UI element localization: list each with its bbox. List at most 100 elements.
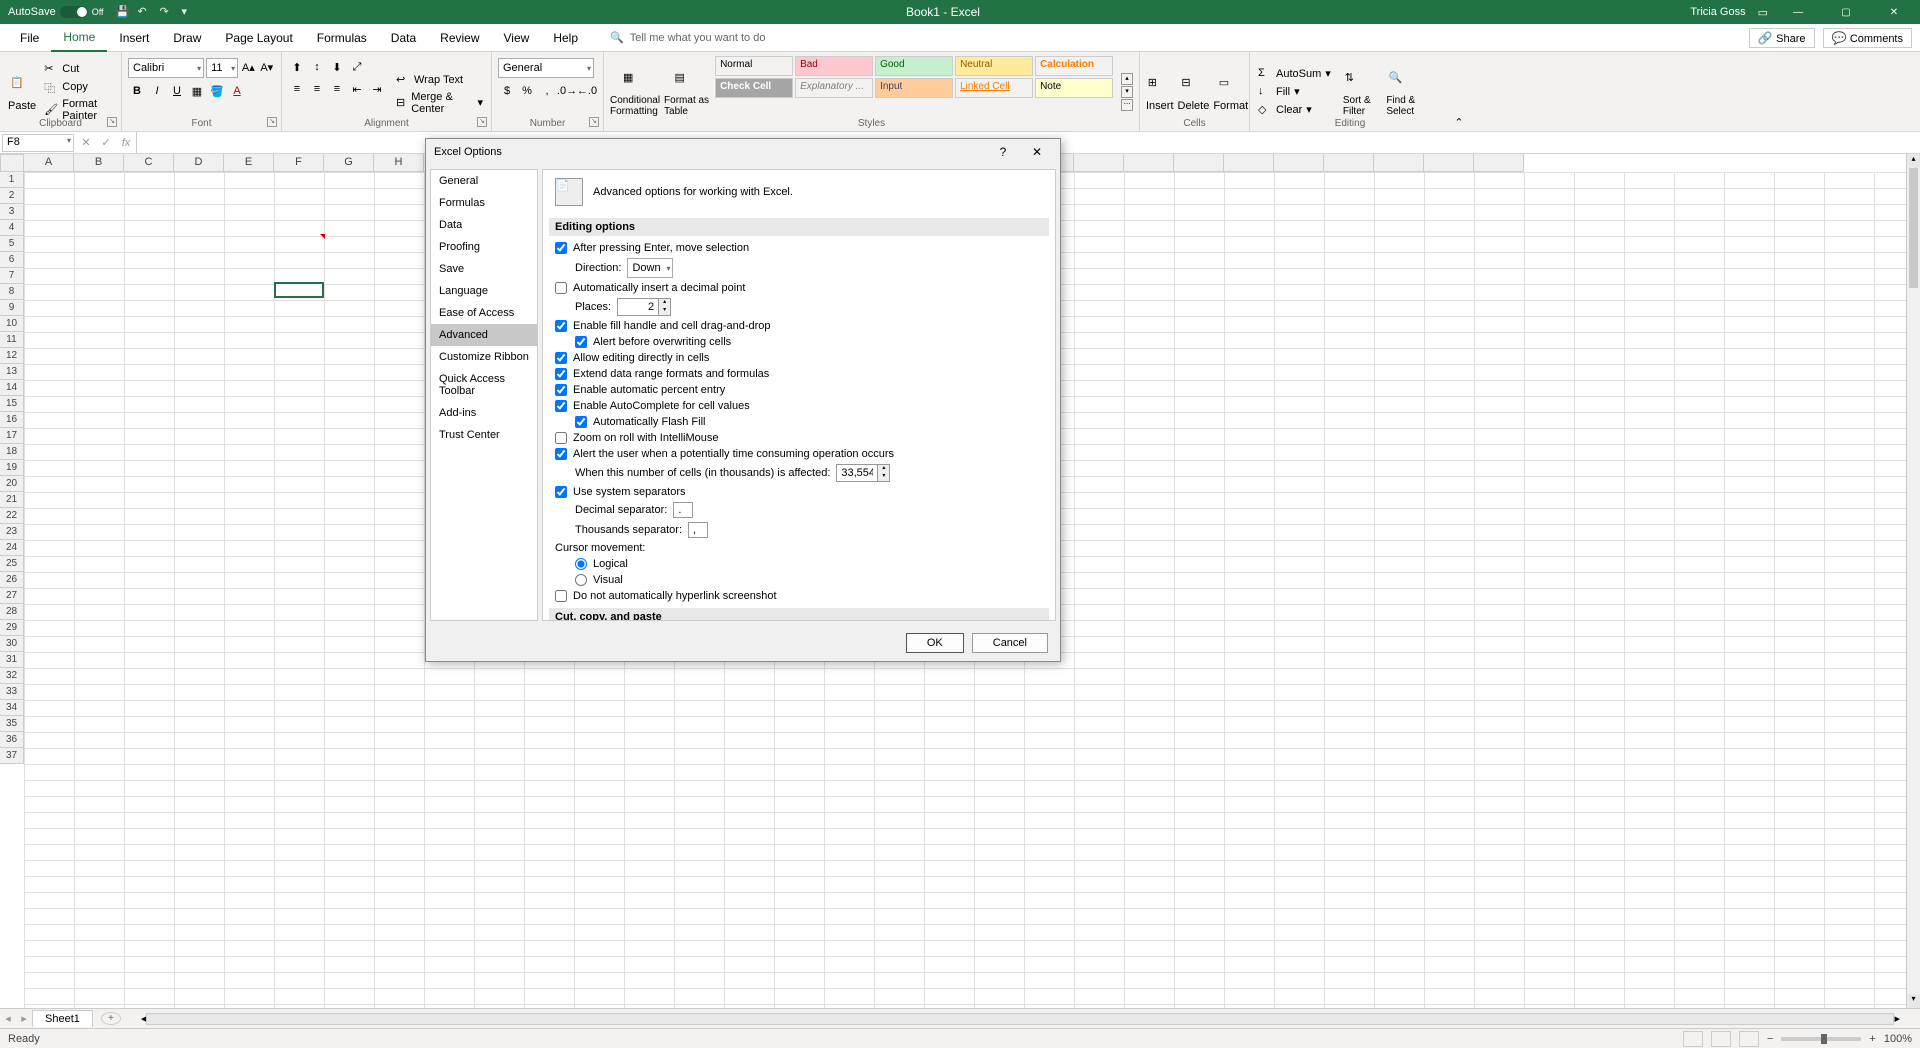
thousands-sep-input[interactable] — [688, 522, 708, 538]
row-header-8[interactable]: 8 — [0, 284, 24, 300]
alert-overwrite-checkbox[interactable] — [575, 336, 587, 348]
row-header-10[interactable]: 10 — [0, 316, 24, 332]
no-hyperlink-checkbox[interactable] — [555, 590, 567, 602]
decimal-sep-input[interactable] — [673, 502, 693, 518]
vertical-scrollbar[interactable]: ▴ ▾ — [1906, 154, 1920, 1008]
dialog-help-button[interactable]: ? — [988, 145, 1018, 159]
font-color-button[interactable]: A — [228, 82, 246, 100]
row-header-2[interactable]: 2 — [0, 188, 24, 204]
gallery-up-button[interactable]: ▴ — [1121, 73, 1133, 85]
tell-me-search[interactable]: 🔍 Tell me what you want to do — [610, 31, 765, 44]
toggle-switch[interactable] — [60, 6, 88, 18]
minimize-button[interactable]: — — [1780, 0, 1816, 24]
sheet-nav-next[interactable]: ▸ — [16, 1012, 32, 1025]
alert-time-checkbox[interactable] — [555, 448, 567, 460]
fill-button[interactable]: ↓Fill ▾ — [1256, 84, 1333, 100]
share-button[interactable]: 🔗 Share — [1749, 28, 1815, 48]
row-header-4[interactable]: 4 — [0, 220, 24, 236]
underline-button[interactable]: U — [168, 82, 186, 100]
comments-button[interactable]: 💬 Comments — [1823, 28, 1912, 48]
row-header-33[interactable]: 33 — [0, 684, 24, 700]
wrap-text-button[interactable]: ↩Wrap Text — [394, 72, 485, 88]
flash-fill-checkbox[interactable] — [575, 416, 587, 428]
cut-button[interactable]: ✂Cut — [42, 61, 115, 77]
row-header-13[interactable]: 13 — [0, 364, 24, 380]
row-header-7[interactable]: 7 — [0, 268, 24, 284]
nav-item-save[interactable]: Save — [431, 258, 537, 280]
copy-button[interactable]: ⿻Copy — [42, 79, 115, 95]
col-header-B[interactable]: B — [74, 154, 124, 172]
fill-handle-checkbox[interactable] — [555, 320, 567, 332]
col-header-H[interactable]: H — [374, 154, 424, 172]
shrink-font-button[interactable]: A▾ — [259, 58, 275, 76]
increase-decimal-button[interactable]: .0→ — [558, 82, 576, 100]
col-header-D[interactable]: D — [174, 154, 224, 172]
row-header-34[interactable]: 34 — [0, 700, 24, 716]
row-header-24[interactable]: 24 — [0, 540, 24, 556]
increase-indent-button[interactable]: ⇥ — [368, 80, 386, 98]
row-header-30[interactable]: 30 — [0, 636, 24, 652]
nav-item-language[interactable]: Language — [431, 280, 537, 302]
tab-formulas[interactable]: Formulas — [305, 25, 379, 51]
autosave-toggle[interactable]: AutoSave Off — [8, 6, 104, 18]
autosum-button[interactable]: ΣAutoSum ▾ — [1256, 66, 1333, 82]
style-neutral[interactable]: Neutral — [955, 56, 1033, 76]
tab-file[interactable]: File — [8, 25, 51, 51]
new-sheet-button[interactable]: + — [101, 1012, 121, 1025]
row-header-36[interactable]: 36 — [0, 732, 24, 748]
align-middle-button[interactable]: ↕ — [308, 58, 326, 76]
gallery-more-button[interactable]: ⋯ — [1121, 99, 1133, 111]
style-note[interactable]: Note — [1035, 78, 1113, 98]
col-header-G[interactable]: G — [324, 154, 374, 172]
scroll-thumb[interactable] — [1909, 168, 1918, 288]
number-format-dropdown[interactable]: General — [498, 58, 594, 78]
fx-button[interactable]: fx — [116, 137, 136, 149]
comma-format-button[interactable]: , — [538, 82, 556, 100]
row-header-18[interactable]: 18 — [0, 444, 24, 460]
align-left-button[interactable]: ≡ — [288, 80, 306, 98]
tab-data[interactable]: Data — [379, 25, 428, 51]
row-header-26[interactable]: 26 — [0, 572, 24, 588]
decrease-decimal-button[interactable]: ←.0 — [578, 82, 596, 100]
font-size-dropdown[interactable]: 11 — [206, 58, 238, 78]
decrease-indent-button[interactable]: ⇤ — [348, 80, 366, 98]
edit-direct-checkbox[interactable] — [555, 352, 567, 364]
row-header-29[interactable]: 29 — [0, 620, 24, 636]
sheet-tab-1[interactable]: Sheet1 — [32, 1010, 93, 1027]
row-header-20[interactable]: 20 — [0, 476, 24, 492]
align-center-button[interactable]: ≡ — [308, 80, 326, 98]
row-header-3[interactable]: 3 — [0, 204, 24, 220]
row-header-28[interactable]: 28 — [0, 604, 24, 620]
maximize-button[interactable]: ▢ — [1828, 0, 1864, 24]
nav-item-add-ins[interactable]: Add-ins — [431, 402, 537, 424]
extend-formats-checkbox[interactable] — [555, 368, 567, 380]
tab-draw[interactable]: Draw — [161, 25, 213, 51]
sheet-nav-prev[interactable]: ◂ — [0, 1012, 16, 1025]
row-header-14[interactable]: 14 — [0, 380, 24, 396]
bold-button[interactable]: B — [128, 82, 146, 100]
scroll-up-button[interactable]: ▴ — [1907, 154, 1920, 168]
nav-item-ease-of-access[interactable]: Ease of Access — [431, 302, 537, 324]
cursor-visual-radio[interactable] — [575, 574, 587, 586]
zoom-out-button[interactable]: − — [1767, 1033, 1773, 1045]
row-header-12[interactable]: 12 — [0, 348, 24, 364]
row-header-11[interactable]: 11 — [0, 332, 24, 348]
font-name-dropdown[interactable]: Calibri — [128, 58, 204, 78]
style-explanatory[interactable]: Explanatory ... — [795, 78, 873, 98]
tab-view[interactable]: View — [492, 25, 542, 51]
direction-dropdown[interactable]: Down — [627, 258, 673, 278]
hscroll-right-button[interactable]: ▸ — [1894, 1012, 1900, 1025]
zoom-level[interactable]: 100% — [1884, 1033, 1912, 1045]
nav-item-data[interactable]: Data — [431, 214, 537, 236]
select-all-corner[interactable] — [0, 154, 24, 172]
row-header-6[interactable]: 6 — [0, 252, 24, 268]
undo-icon[interactable]: ↶ — [138, 5, 152, 19]
places-spinner[interactable]: ▴▾ — [617, 298, 671, 316]
grow-font-button[interactable]: A▴ — [240, 58, 256, 76]
dialog-launcher[interactable]: ↘ — [589, 117, 599, 127]
row-header-31[interactable]: 31 — [0, 652, 24, 668]
horizontal-scrollbar[interactable]: ◂ ▸ — [141, 1012, 1900, 1025]
name-box[interactable]: F8 — [2, 134, 74, 152]
align-right-button[interactable]: ≡ — [328, 80, 346, 98]
cursor-logical-radio[interactable] — [575, 558, 587, 570]
